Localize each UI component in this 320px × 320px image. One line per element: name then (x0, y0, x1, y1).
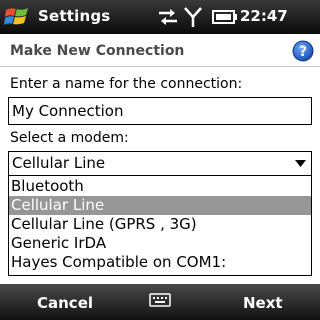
status-title: Settings (38, 7, 111, 25)
header-divider (0, 66, 320, 67)
sync-icon (159, 9, 177, 25)
connection-name-input[interactable] (8, 97, 312, 125)
modem-label: Select a modem: (10, 130, 129, 146)
next-button[interactable]: Next (243, 294, 283, 312)
modem-dropdown-list: Bluetooth Cellular Line Cellular Line (G… (8, 176, 312, 276)
modem-option-generic-irda[interactable]: Generic IrDA (9, 234, 311, 253)
modem-option-cellular-line-gprs-3g[interactable]: Cellular Line (GPRS , 3G) (9, 215, 311, 234)
modem-option-bluetooth[interactable]: Bluetooth (9, 177, 311, 196)
modem-selected-value: Cellular Line (12, 154, 106, 172)
softkey-bar: Cancel Next (0, 284, 320, 320)
modem-select[interactable]: Cellular Line (8, 151, 312, 176)
clock: 22:47 (240, 7, 288, 25)
modem-option-cellular-line[interactable]: Cellular Line (9, 196, 311, 215)
page-title: Make New Connection (10, 43, 185, 59)
svg-text:?: ? (299, 44, 307, 60)
help-icon[interactable]: ? (292, 40, 314, 62)
chevron-down-icon[interactable] (290, 152, 311, 175)
cancel-button[interactable]: Cancel (37, 294, 93, 312)
battery-icon (212, 10, 237, 24)
keyboard-icon[interactable] (149, 292, 171, 308)
connection-name-label: Enter a name for the connection: (10, 76, 243, 92)
windows-start-icon[interactable] (4, 5, 30, 29)
status-bar: Settings 22:47 (0, 0, 320, 34)
modem-option-hayes-com1[interactable]: Hayes Compatible on COM1: (9, 253, 311, 272)
signal-icon (184, 7, 202, 27)
page-header: Make New Connection (0, 34, 320, 67)
